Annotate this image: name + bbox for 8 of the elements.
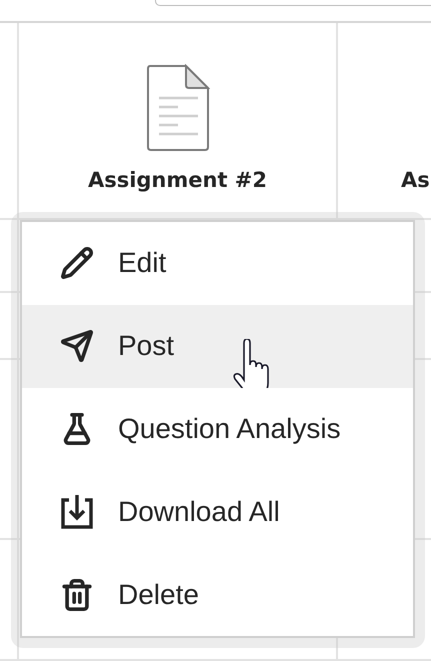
column-title: As — [401, 168, 431, 192]
paper-plane-icon — [60, 329, 94, 364]
pencil-icon — [60, 246, 94, 280]
column-title: Assignment #2 — [88, 168, 268, 192]
document-icon — [146, 64, 210, 152]
menu-item[interactable]: Post — [22, 304, 413, 388]
trash-icon — [60, 578, 94, 612]
download-icon — [59, 494, 95, 530]
